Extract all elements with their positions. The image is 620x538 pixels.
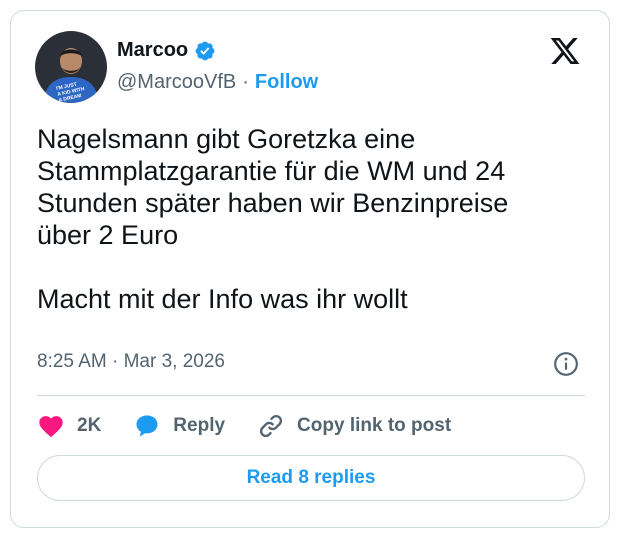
speech-bubble-icon	[133, 412, 161, 440]
avatar-image: I'M JUST A KID WITH A DREAM	[35, 31, 107, 103]
reply-label: Reply	[173, 415, 226, 436]
avatar[interactable]: I'M JUST A KID WITH A DREAM	[35, 31, 107, 103]
post-actions: 2K Reply Copy link to post	[37, 409, 483, 443]
author-handle-row: @MarcooVfB · Follow	[117, 71, 318, 94]
embedded-post-card: I'M JUST A KID WITH A DREAM Marcoo @Marc…	[10, 10, 610, 528]
post-timestamp[interactable]: 8:25 AM · Mar 3, 2026	[37, 351, 225, 373]
copy-link-label: Copy link to post	[297, 415, 452, 436]
read-replies-button[interactable]: Read 8 replies	[37, 455, 585, 501]
author-handle[interactable]: @MarcooVfB	[117, 71, 236, 94]
verified-badge-icon	[194, 40, 216, 62]
like-button[interactable]: 2K	[37, 412, 101, 440]
like-count: 2K	[77, 415, 102, 436]
divider	[37, 395, 585, 396]
link-icon	[257, 412, 285, 440]
info-icon[interactable]	[553, 351, 579, 377]
follow-button[interactable]: Follow	[255, 71, 318, 94]
heart-icon	[37, 412, 65, 440]
author-display-name[interactable]: Marcoo	[117, 39, 188, 62]
author-name-row: Marcoo	[117, 39, 216, 62]
separator-dot: ·	[242, 71, 249, 93]
reply-button[interactable]: Reply	[133, 412, 225, 440]
x-logo-icon[interactable]	[549, 35, 581, 67]
post-text: Nagelsmann gibt Goretzka eine Stammplatz…	[37, 124, 509, 314]
copy-link-button[interactable]: Copy link to post	[257, 412, 451, 440]
